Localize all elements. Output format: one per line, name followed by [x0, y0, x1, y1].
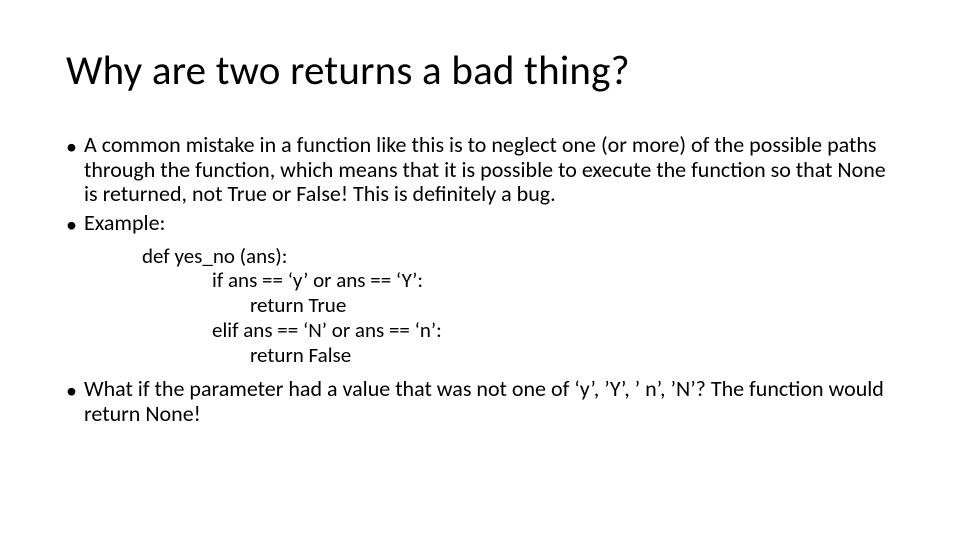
bullet-marker: •: [66, 377, 84, 426]
code-line: return True: [142, 293, 894, 318]
bullet-marker: •: [66, 211, 84, 238]
list-item: • What if the parameter had a value that…: [66, 377, 894, 426]
list-item: • Example:: [66, 211, 894, 238]
bullet-text: Example:: [84, 211, 894, 238]
code-line: if ans == ‘y’ or ans == ‘Y’:: [142, 268, 894, 293]
slide: Why are two returns a bad thing? • A com…: [0, 0, 960, 540]
code-block: def yes_no (ans): if ans == ‘y’ or ans =…: [142, 244, 894, 368]
code-line: return False: [142, 343, 894, 368]
bullet-list: • A common mistake in a function like th…: [66, 133, 894, 427]
code-line: def yes_no (ans):: [142, 244, 894, 269]
bullet-marker: •: [66, 133, 84, 207]
list-item: • A common mistake in a function like th…: [66, 133, 894, 207]
slide-title: Why are two returns a bad thing?: [66, 48, 894, 95]
code-line: elif ans == ‘N’ or ans == ‘n’:: [142, 318, 894, 343]
bullet-text: What if the parameter had a value that w…: [84, 377, 894, 426]
bullet-text: A common mistake in a function like this…: [84, 133, 894, 207]
